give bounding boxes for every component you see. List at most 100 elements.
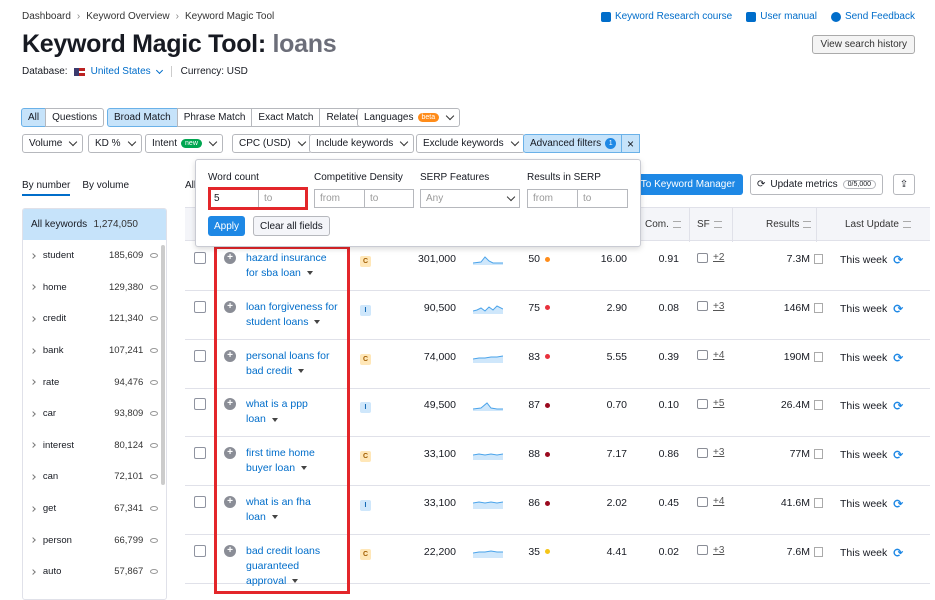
- sidebar-item[interactable]: credit 121,340: [23, 303, 166, 335]
- sidebar-item[interactable]: rate 94,476: [23, 366, 166, 398]
- eye-icon[interactable]: [150, 442, 159, 448]
- serp-snapshot-icon[interactable]: [814, 351, 823, 362]
- column-com[interactable]: Com.: [645, 219, 681, 230]
- chevron-down-icon[interactable]: [155, 66, 163, 74]
- row-checkbox[interactable]: [194, 544, 206, 557]
- last-update-value: This week: [840, 449, 888, 462]
- send-feedback-link[interactable]: Send Feedback: [830, 11, 915, 22]
- serp-features-more-link[interactable]: +4: [713, 496, 724, 507]
- results-from-input[interactable]: from: [527, 189, 578, 208]
- tab-phrase-match[interactable]: Phrase Match: [176, 108, 253, 127]
- eye-icon[interactable]: [150, 506, 159, 512]
- sidebar-scrollbar[interactable]: [161, 245, 165, 485]
- row-checkbox[interactable]: [194, 349, 206, 362]
- refresh-icon[interactable]: ⟳: [893, 302, 903, 316]
- kd-difficulty-dot: [545, 256, 550, 262]
- eye-icon[interactable]: [150, 569, 159, 575]
- chat-bubble-icon: [830, 11, 841, 22]
- intent-filter[interactable]: Intent new: [145, 134, 223, 153]
- serp-features-select[interactable]: Any: [420, 189, 520, 208]
- serp-features-more-link[interactable]: +5: [713, 398, 724, 409]
- sidebar-item-all-keywords[interactable]: All keywords 1,274,050: [23, 209, 166, 240]
- refresh-icon[interactable]: ⟳: [893, 351, 903, 365]
- refresh-icon[interactable]: ⟳: [893, 448, 903, 462]
- eye-icon[interactable]: [150, 253, 159, 259]
- refresh-icon[interactable]: ⟳: [893, 399, 903, 413]
- serp-snapshot-icon[interactable]: [814, 254, 823, 264]
- serp-features-more-link[interactable]: +3: [713, 301, 724, 312]
- database-select[interactable]: United States: [91, 66, 151, 77]
- sidebar-item[interactable]: can 72,101: [23, 461, 166, 493]
- export-button[interactable]: ⇪: [893, 174, 915, 195]
- tab-broad-match[interactable]: Broad Match: [107, 108, 178, 127]
- sidebar-item[interactable]: bank 107,241: [23, 335, 166, 367]
- cpc-filter[interactable]: CPC (USD): [232, 134, 312, 153]
- tab-by-volume[interactable]: By volume: [82, 180, 129, 196]
- kd-value: 35: [520, 546, 550, 558]
- sidebar-item-label: rate: [42, 376, 60, 388]
- divider: [816, 208, 817, 242]
- chevron-right-icon: [30, 474, 36, 480]
- user-manual-link[interactable]: User manual: [746, 11, 817, 22]
- serp-snapshot-icon[interactable]: [814, 498, 823, 508]
- serp-snapshot-icon[interactable]: [814, 400, 823, 411]
- last-update-cell: This week ⟳: [840, 302, 903, 316]
- results-to-input[interactable]: to: [577, 189, 628, 208]
- apply-button[interactable]: Apply: [208, 216, 245, 236]
- refresh-icon[interactable]: ⟳: [893, 253, 903, 267]
- eye-icon[interactable]: [150, 316, 159, 322]
- tab-by-number[interactable]: By number: [22, 180, 71, 196]
- eye-icon[interactable]: [150, 284, 159, 290]
- eye-icon[interactable]: [150, 348, 159, 354]
- refresh-icon[interactable]: ⟳: [893, 546, 903, 560]
- include-keywords-filter[interactable]: Include keywords: [309, 134, 415, 153]
- sidebar-item[interactable]: person 66,799: [23, 524, 166, 556]
- advanced-filters-button[interactable]: Advanced filters 1: [523, 134, 624, 153]
- breadcrumb-dashboard[interactable]: Dashboard: [22, 11, 71, 22]
- sidebar-item[interactable]: auto 57,867: [23, 556, 166, 588]
- refresh-icon[interactable]: ⟳: [893, 497, 903, 511]
- tab-exact-match[interactable]: Exact Match: [251, 108, 321, 127]
- sidebar-item[interactable]: student 185,609: [23, 240, 166, 272]
- sidebar-item[interactable]: home 129,380: [23, 272, 166, 304]
- tab-all[interactable]: All: [21, 108, 47, 127]
- density-to-input[interactable]: to: [364, 189, 414, 208]
- clear-advanced-filters-close-icon[interactable]: ×: [621, 134, 640, 153]
- kd-filter[interactable]: KD %: [88, 134, 142, 153]
- keyword-research-course-link[interactable]: Keyword Research course: [600, 11, 732, 22]
- update-metrics-button[interactable]: ⟳ Update metrics 0/5,000: [750, 174, 883, 195]
- serp-snapshot-icon[interactable]: [814, 449, 823, 460]
- eye-icon[interactable]: [150, 411, 159, 417]
- serp-features-more-link[interactable]: +2: [713, 252, 724, 263]
- languages-dropdown[interactable]: Languages beta: [357, 108, 461, 127]
- column-sf[interactable]: SF: [697, 219, 722, 230]
- eye-icon[interactable]: [150, 474, 159, 480]
- breadcrumb-keyword-overview[interactable]: Keyword Overview: [86, 11, 169, 22]
- kd-difficulty-dot: [545, 549, 550, 555]
- row-checkbox[interactable]: [194, 252, 206, 264]
- column-results[interactable]: Results: [766, 219, 812, 230]
- view-search-history-button[interactable]: View search history: [812, 35, 915, 54]
- results-value: 190M: [755, 351, 823, 363]
- to-keyword-manager-button[interactable]: To Keyword Manager: [633, 174, 743, 195]
- serp-snapshot-icon[interactable]: [814, 546, 823, 557]
- exclude-keywords-filter[interactable]: Exclude keywords: [416, 134, 525, 153]
- eye-icon[interactable]: [150, 537, 159, 543]
- column-last-update[interactable]: Last Update: [845, 219, 911, 230]
- row-checkbox[interactable]: [194, 496, 206, 508]
- volume-filter[interactable]: Volume: [22, 134, 84, 153]
- sidebar-item[interactable]: get 67,341: [23, 493, 166, 525]
- eye-icon[interactable]: [150, 379, 159, 385]
- serp-features-more-link[interactable]: +3: [713, 545, 724, 556]
- row-checkbox[interactable]: [194, 300, 206, 313]
- density-from-input[interactable]: from: [314, 189, 365, 208]
- tab-questions[interactable]: Questions: [45, 108, 105, 127]
- serp-snapshot-icon[interactable]: [814, 302, 823, 313]
- row-checkbox[interactable]: [194, 398, 206, 411]
- row-checkbox[interactable]: [194, 447, 206, 460]
- clear-all-fields-button[interactable]: Clear all fields: [253, 216, 330, 236]
- sidebar-item[interactable]: car 93,809: [23, 398, 166, 430]
- sidebar-item[interactable]: interest 80,124: [23, 430, 166, 462]
- serp-features-more-link[interactable]: +3: [713, 447, 724, 458]
- serp-features-more-link[interactable]: +4: [713, 350, 724, 361]
